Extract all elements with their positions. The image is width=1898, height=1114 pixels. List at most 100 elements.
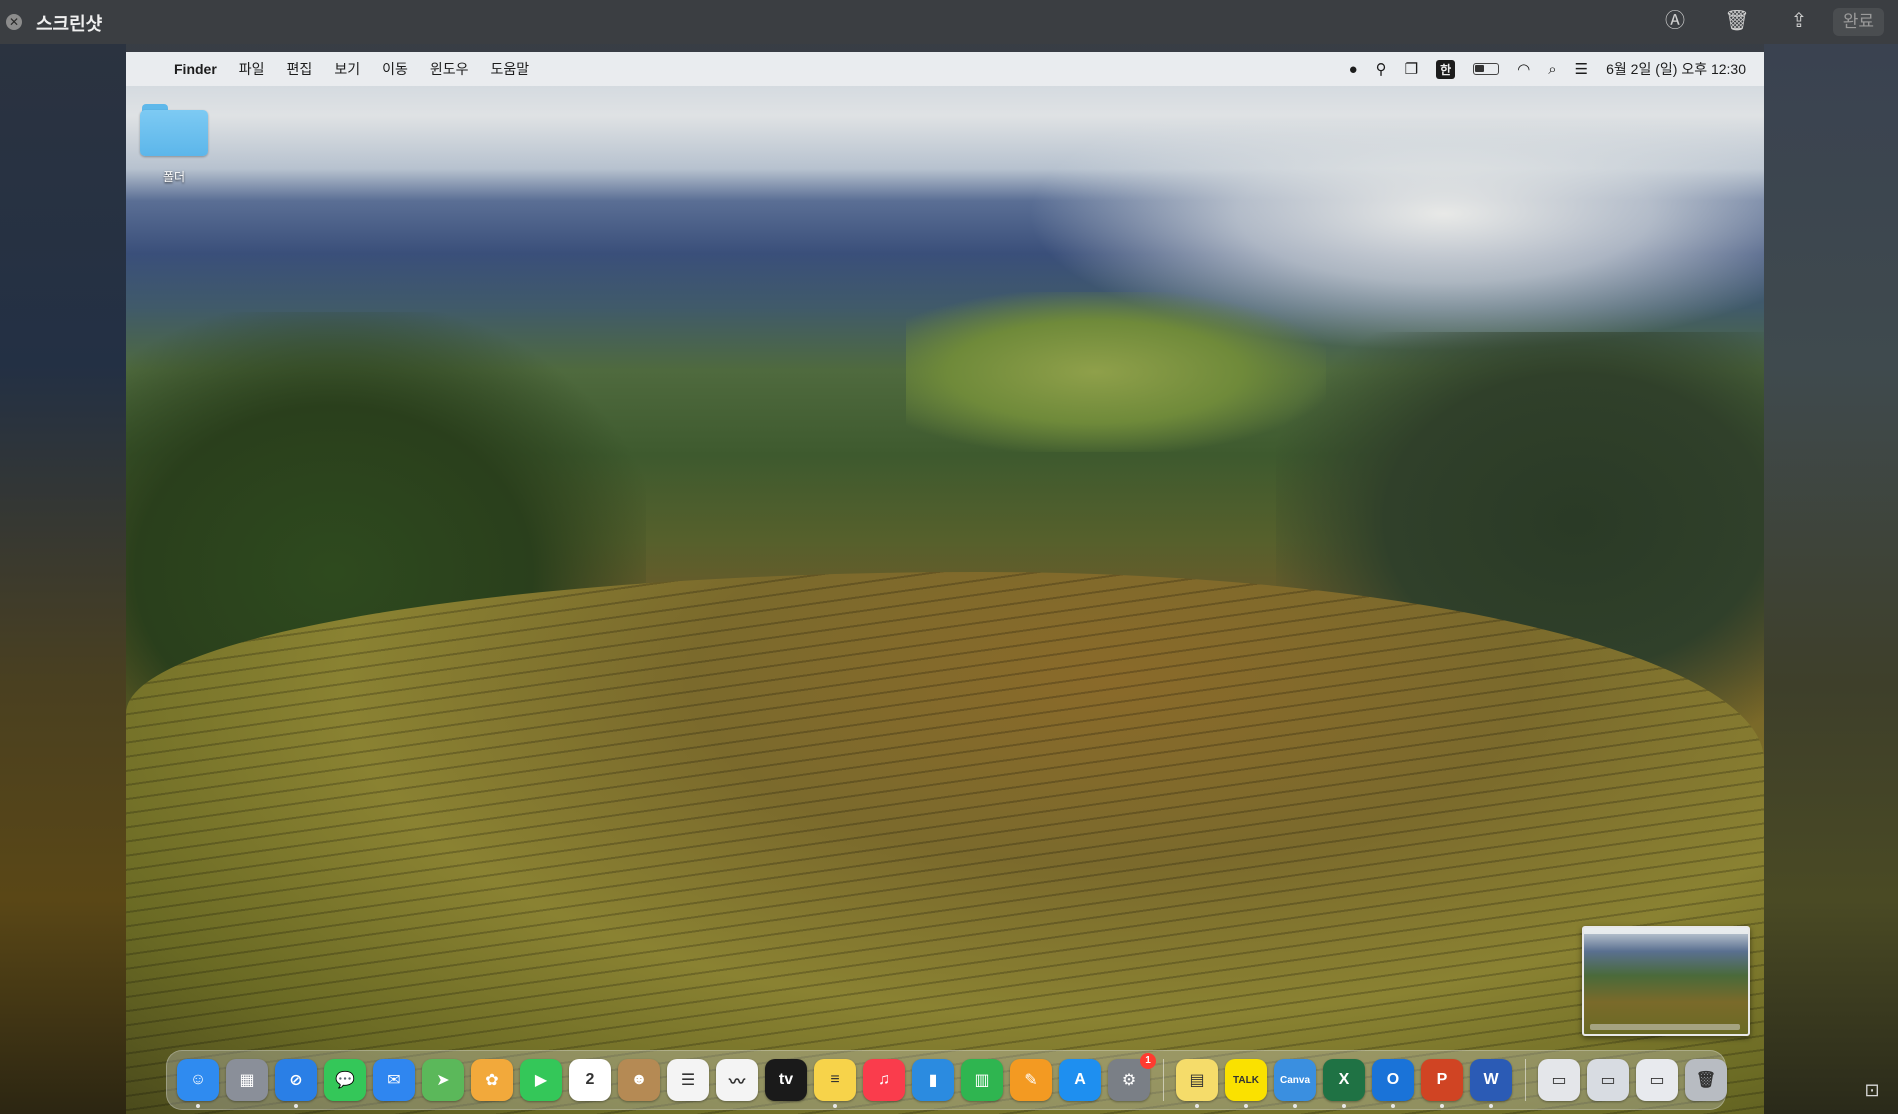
stickies-icon: ▤: [1189, 1072, 1205, 1089]
menu-item-help[interactable]: 도움말: [490, 59, 529, 79]
kakaotalk-icon: TALK: [1233, 1074, 1259, 1086]
trash-icon[interactable]: 🗑: [1724, 8, 1750, 34]
launchpad-icon: ▦: [239, 1072, 255, 1089]
mail-icon: ✉: [387, 1072, 401, 1089]
calendar-icon: 2: [585, 1071, 595, 1088]
wifi-icon[interactable]: ◠: [1517, 60, 1530, 78]
recent-window-1-icon: ▭: [1551, 1072, 1567, 1089]
dock-app-outlook[interactable]: O: [1372, 1059, 1414, 1108]
menu-item-window[interactable]: 윈도우: [430, 59, 469, 79]
screenshot-preview: Finder 파일 편집 보기 이동 윈도우 도움말 ● ⚲ ❐ 한 ◠ ⌕ ☰…: [126, 52, 1764, 1114]
blurred-backdrop-right: [1764, 44, 1898, 1114]
live-text-icon[interactable]: ⊡: [1860, 1078, 1884, 1102]
dock-app-excel[interactable]: X: [1323, 1059, 1365, 1108]
outlook-icon: O: [1386, 1071, 1400, 1088]
running-indicator: [294, 1104, 298, 1108]
dock: ☺ ▦ ⊘ 💬 ✉ ➤ ✿ ▶ 2 ☻ ☰ 〰 tv ≡ ♫ ▮ ▥ ✎ A ⚙ 1 ▤ TALK Canva X O P W ▭ ▭ ▭ 🗑: [166, 1050, 1727, 1110]
desktop-folder[interactable]: 폴더: [138, 104, 210, 184]
reminders-icon: ☰: [680, 1072, 696, 1089]
menu-item-edit[interactable]: 편집: [287, 59, 313, 79]
running-indicator: [1489, 1104, 1493, 1108]
window-icon[interactable]: ❐: [1405, 60, 1418, 78]
blurred-backdrop-left: [0, 44, 126, 1114]
finder-icon: ☺: [189, 1071, 207, 1088]
safari-icon: ⊘: [289, 1072, 303, 1089]
dock-app-maps[interactable]: ➤: [422, 1059, 464, 1101]
wallpaper-vineyard: [126, 572, 1764, 1114]
dock-app-safari[interactable]: ⊘: [275, 1059, 317, 1108]
dock-app-powerpoint[interactable]: P: [1421, 1059, 1463, 1108]
control-center-icon[interactable]: ☰: [1575, 60, 1588, 78]
dock-app-system-settings[interactable]: ⚙ 1: [1108, 1053, 1156, 1101]
folder-icon: [140, 104, 208, 156]
dock-separator: [1525, 1059, 1526, 1101]
antenna-icon[interactable]: ⚲: [1376, 60, 1387, 78]
trash-icon: 🗑: [1695, 1072, 1717, 1089]
close-button[interactable]: ✕: [6, 14, 22, 30]
share-icon[interactable]: ⇪: [1786, 8, 1812, 34]
dock-app-freeform[interactable]: 〰: [716, 1059, 758, 1101]
dock-app-calendar[interactable]: 2: [569, 1059, 611, 1101]
dock-app-mail[interactable]: ✉: [373, 1059, 415, 1101]
dock-app-music[interactable]: ♫: [863, 1059, 905, 1101]
running-indicator: [1293, 1104, 1297, 1108]
dock-app-app-store[interactable]: A: [1059, 1059, 1101, 1101]
dock-separator: [1163, 1059, 1164, 1101]
messages-icon: 💬: [335, 1072, 355, 1089]
contacts-icon: ☻: [630, 1071, 648, 1088]
menu-item-file[interactable]: 파일: [239, 59, 265, 79]
dock-app-pages[interactable]: ✎: [1010, 1059, 1052, 1101]
menu-app-name[interactable]: Finder: [174, 61, 217, 77]
dock-app-trash[interactable]: 🗑: [1685, 1059, 1727, 1101]
tv-icon: tv: [778, 1071, 794, 1088]
menu-clock[interactable]: 6월 2일 (일) 오후 12:30: [1606, 59, 1746, 79]
dock-app-recent-window-3[interactable]: ▭: [1636, 1059, 1678, 1101]
system-settings-icon: ⚙: [1121, 1072, 1137, 1089]
dock-app-recent-window-1[interactable]: ▭: [1538, 1059, 1580, 1101]
running-indicator: [1342, 1104, 1346, 1108]
dock-app-launchpad[interactable]: ▦: [226, 1059, 268, 1101]
spotlight-search-icon[interactable]: ⌕: [1548, 61, 1556, 78]
running-indicator: [1195, 1104, 1199, 1108]
app-store-icon: A: [1074, 1071, 1086, 1088]
dock-app-finder[interactable]: ☺: [177, 1059, 219, 1108]
dock-app-numbers[interactable]: ▥: [961, 1059, 1003, 1101]
excel-icon: X: [1338, 1071, 1350, 1088]
running-indicator: [833, 1104, 837, 1108]
menu-item-go[interactable]: 이동: [382, 59, 408, 79]
numbers-icon: ▥: [974, 1072, 990, 1089]
dock-app-contacts[interactable]: ☻: [618, 1059, 660, 1101]
running-indicator: [196, 1104, 200, 1108]
maps-icon: ➤: [436, 1072, 450, 1089]
dock-app-canva[interactable]: Canva: [1274, 1059, 1316, 1108]
keynote-icon: ▮: [928, 1072, 938, 1089]
running-indicator: [1244, 1104, 1248, 1108]
markup-icon[interactable]: Ⓐ: [1662, 8, 1688, 34]
powerpoint-icon: P: [1436, 1071, 1448, 1088]
screenshot-thumbnail[interactable]: [1582, 926, 1750, 1036]
dock-app-stickies[interactable]: ▤: [1176, 1059, 1218, 1108]
music-icon: ♫: [878, 1071, 890, 1088]
dock-app-word[interactable]: W: [1470, 1059, 1512, 1108]
dock-app-reminders[interactable]: ☰: [667, 1059, 709, 1101]
photos-icon: ✿: [485, 1072, 499, 1089]
dock-app-facetime[interactable]: ▶: [520, 1059, 562, 1101]
notification-badge: 1: [1140, 1053, 1156, 1069]
word-icon: W: [1483, 1071, 1499, 1088]
dock-app-keynote[interactable]: ▮: [912, 1059, 954, 1101]
dock-app-kakaotalk[interactable]: TALK: [1225, 1059, 1267, 1108]
dock-app-photos[interactable]: ✿: [471, 1059, 513, 1101]
dock-app-tv[interactable]: tv: [765, 1059, 807, 1101]
menu-extras: ● ⚲ ❐ 한 ◠ ⌕ ☰ 6월 2일 (일) 오후 12:30: [1331, 52, 1746, 86]
input-method-indicator[interactable]: 한: [1436, 59, 1456, 79]
freeform-icon: 〰: [728, 1074, 745, 1091]
dock-app-notes[interactable]: ≡: [814, 1059, 856, 1108]
viewer-title: 스크린샷: [36, 14, 103, 34]
chat-status-icon[interactable]: ●: [1349, 61, 1358, 78]
menu-item-view[interactable]: 보기: [334, 59, 360, 79]
done-button[interactable]: 완료: [1832, 8, 1884, 36]
dock-app-messages[interactable]: 💬: [324, 1059, 366, 1101]
battery-icon[interactable]: [1473, 63, 1500, 75]
menu-bar: Finder 파일 편집 보기 이동 윈도우 도움말 ● ⚲ ❐ 한 ◠ ⌕ ☰…: [126, 52, 1764, 86]
dock-app-recent-window-2[interactable]: ▭: [1587, 1059, 1629, 1101]
